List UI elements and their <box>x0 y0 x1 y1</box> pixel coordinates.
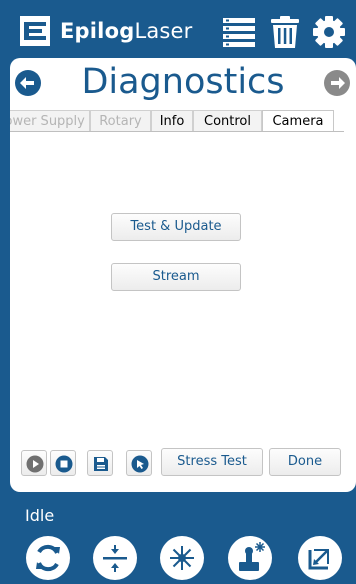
focus-button[interactable] <box>93 536 137 580</box>
play-icon <box>26 455 44 473</box>
home-position-button[interactable] <box>298 536 342 580</box>
tab-camera[interactable]: Camera <box>262 110 334 131</box>
save-icon <box>94 457 108 471</box>
page-title: Diagnostics <box>81 62 285 102</box>
refresh-icon <box>36 544 60 572</box>
job-list-icon[interactable] <box>222 15 256 49</box>
jog-icon <box>239 542 265 571</box>
machine-status: Idle <box>25 506 55 525</box>
next-page-button[interactable] <box>324 70 350 96</box>
diagnostics-panel: Diagnostics Power Supply Rotary Info Con… <box>10 58 356 492</box>
tab-control[interactable]: Control <box>193 110 262 131</box>
brand-name: EpilogLaser <box>60 19 193 43</box>
diagnostics-tabs: Power Supply Rotary Info Control Camera <box>10 110 344 132</box>
refresh-button[interactable] <box>26 536 70 580</box>
brand-bold: Epilog <box>60 19 135 43</box>
app-header: EpilogLaser <box>0 0 356 62</box>
stop-button[interactable] <box>50 450 76 476</box>
done-button[interactable]: Done <box>269 448 341 476</box>
epilog-logo-icon <box>20 16 50 46</box>
home-icon <box>308 549 329 570</box>
arrow-left-icon <box>20 77 34 89</box>
cursor-icon <box>131 455 149 473</box>
save-button[interactable] <box>87 450 113 476</box>
previous-page-button[interactable] <box>15 70 41 96</box>
gear-icon[interactable] <box>312 15 346 49</box>
laser-icon <box>170 546 194 570</box>
stream-button[interactable]: Stream <box>111 263 241 291</box>
play-button[interactable] <box>21 450 47 476</box>
arrow-right-icon <box>331 77 345 89</box>
trash-icon[interactable] <box>268 15 302 49</box>
brand-light: Laser <box>134 19 193 43</box>
test-update-button[interactable]: Test & Update <box>111 213 241 241</box>
stop-icon <box>55 455 73 473</box>
tab-info[interactable]: Info <box>151 110 193 131</box>
stress-test-button[interactable]: Stress Test <box>161 448 263 476</box>
tab-power-supply[interactable]: Power Supply <box>10 110 90 131</box>
focus-icon <box>103 545 127 572</box>
jog-button[interactable] <box>228 536 272 580</box>
cursor-button[interactable] <box>126 450 152 476</box>
laser-button[interactable] <box>160 536 204 580</box>
tab-rotary[interactable]: Rotary <box>90 110 151 131</box>
